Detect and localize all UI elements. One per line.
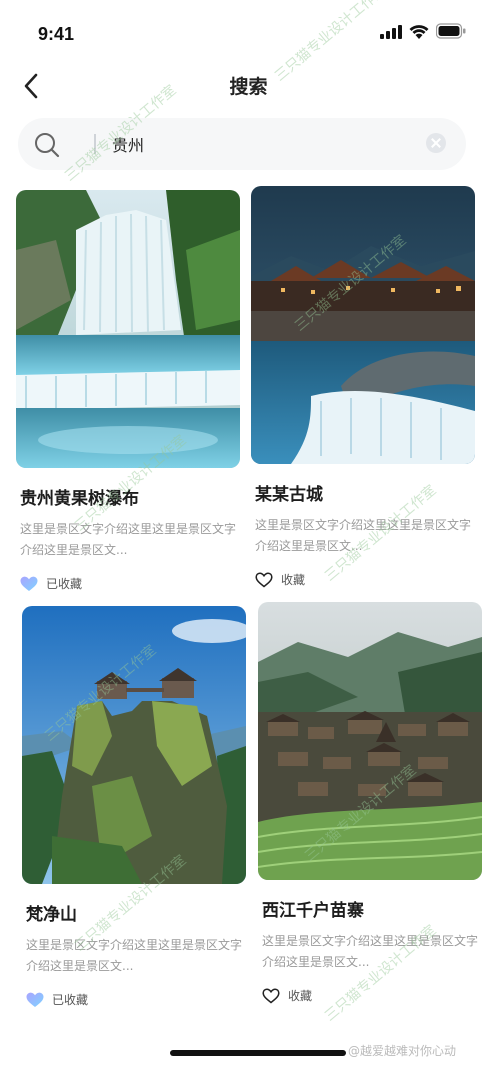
card-description: 这里是景区文字介绍这里这里是景区文字介绍这里是景区文...	[262, 934, 479, 969]
card-image-mountain[interactable]	[22, 606, 246, 884]
favorite-label: 收藏	[288, 989, 313, 1003]
heart-outline-icon	[255, 571, 273, 587]
favorite-button[interactable]: 收藏	[262, 987, 482, 1004]
card-image-ancient-town[interactable]	[251, 186, 475, 464]
card-title: 某某古城	[255, 485, 323, 505]
card-description: 这里是景区文字介绍这里这里是景区文字介绍这里是景区文...	[26, 938, 243, 973]
card-image-waterfall[interactable]	[16, 190, 240, 468]
scenic-card[interactable]: 西江千户苗寨 这里是景区文字介绍这里这里是景区文字介绍这里是景区文... 收藏	[258, 602, 482, 1004]
favorite-button[interactable]: 已收藏	[20, 575, 240, 592]
signal-icon	[380, 25, 402, 39]
search-icon	[35, 133, 60, 158]
page-title: 搜索	[229, 76, 268, 98]
scenic-card[interactable]: 某某古城 这里是景区文字介绍这里这里是景区文字介绍这里是景区文... 收藏	[251, 186, 475, 588]
scenic-card[interactable]: 梵净山 这里是景区文字介绍这里这里是景区文字介绍这里是景区文... 已收藏	[22, 606, 246, 1008]
card-description: 这里是景区文字介绍这里这里是景区文字介绍这里是景区文...	[255, 518, 472, 553]
search-bar[interactable]	[18, 118, 466, 170]
wifi-icon	[409, 25, 429, 39]
search-input[interactable]	[112, 130, 412, 158]
card-title: 贵州黄果树瀑布	[20, 489, 139, 509]
heart-filled-icon	[20, 576, 38, 591]
favorite-label: 已收藏	[46, 577, 83, 591]
battery-icon	[436, 23, 466, 39]
card-title: 梵净山	[26, 905, 77, 925]
favorite-label: 收藏	[281, 573, 306, 587]
phone-screen: 9:41 搜索 贵州 贵州黄果树瀑布 这里是景区文字介绍这里这里是景区文字介绍这…	[0, 0, 497, 1071]
source-tag: @越爱越难对你心动	[348, 1044, 457, 1058]
card-image-village[interactable]	[258, 602, 482, 880]
scenic-card[interactable]: 贵州黄果树瀑布 这里是景区文字介绍这里这里是景区文字介绍这里是景区文... 已收…	[16, 190, 240, 592]
favorite-button[interactable]: 已收藏	[26, 991, 246, 1008]
card-title: 西江千户苗寨	[262, 901, 364, 921]
heart-filled-icon	[26, 992, 44, 1007]
home-indicator[interactable]	[170, 1050, 346, 1056]
text-cursor	[94, 134, 96, 154]
clear-icon[interactable]	[426, 133, 446, 153]
card-description: 这里是景区文字介绍这里这里是景区文字介绍这里是景区文...	[20, 522, 237, 557]
status-time: 9:41	[38, 24, 75, 44]
favorite-button[interactable]: 收藏	[255, 571, 475, 588]
favorite-label: 已收藏	[52, 993, 89, 1007]
status-bar: 9:41	[0, 0, 497, 60]
nav-bar: 搜索	[0, 62, 497, 108]
heart-outline-icon	[262, 987, 280, 1003]
